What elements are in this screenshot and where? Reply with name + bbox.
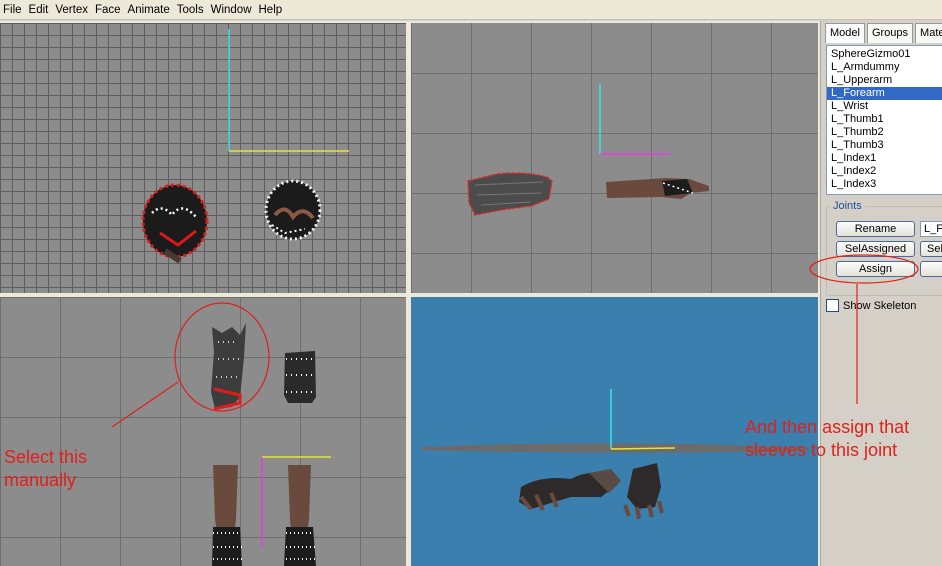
sleeve-mesh-selected <box>141 183 209 264</box>
joint-item-l-index2[interactable]: L_Index2 <box>827 165 942 178</box>
viewport-bottom-left[interactable] <box>0 297 406 566</box>
joint-item-l-wrist[interactable]: L_Wrist <box>827 100 942 113</box>
menu-face[interactable]: Face <box>92 0 125 20</box>
menu-edit[interactable]: Edit <box>26 0 53 20</box>
glove-mesh <box>264 179 322 241</box>
annotation-select-manually: Select this manually <box>4 447 88 490</box>
joint-item-l-forearm[interactable]: L_Forearm <box>827 87 942 100</box>
viewport-top-left[interactable] <box>0 23 406 293</box>
hand-perspective-right <box>623 463 664 520</box>
sleeve-top-mesh-selected <box>211 323 246 411</box>
joint-list[interactable]: SphereGizmo01 L_Armdummy L_Upperarm L_Fo… <box>826 45 942 195</box>
tab-groups[interactable]: Groups <box>866 23 914 43</box>
annotation-assign-note: And then assign that sleeves to this joi… <box>745 417 910 460</box>
viewport-bottom-left-scene <box>211 323 331 566</box>
menu-tools[interactable]: Tools <box>174 0 208 20</box>
arm-top-mesh-left <box>212 465 242 566</box>
joint-item-l-thumb2[interactable]: L_Thumb2 <box>827 126 942 139</box>
tab-materials[interactable]: Mate <box>915 23 942 43</box>
joint-item-l-thumb3[interactable]: L_Thumb3 <box>827 139 942 152</box>
joint-name-field[interactable]: L_F <box>920 221 942 237</box>
viewport-top-left-scene <box>141 29 349 264</box>
menu-window[interactable]: Window <box>208 0 256 20</box>
unassign-button[interactable] <box>920 261 942 277</box>
tab-model[interactable]: Model <box>825 23 865 43</box>
joint-item-l-upperarm[interactable]: L_Upperarm <box>827 74 942 87</box>
joint-item-l-index1[interactable]: L_Index1 <box>827 152 942 165</box>
viewport-top-right-scene <box>467 84 709 216</box>
side-panel: Model Groups Mate SphereGizmo01 L_Armdum… <box>820 21 942 566</box>
joint-item-l-thumb1[interactable]: L_Thumb1 <box>827 113 942 126</box>
show-skeleton-label: Show Skeleton <box>843 299 917 312</box>
sel-assigned-button[interactable]: SelAssigned <box>836 241 915 257</box>
menu-help[interactable]: Help <box>256 0 287 20</box>
rename-button[interactable]: Rename <box>836 221 915 237</box>
glove-top-mesh <box>284 351 316 403</box>
viewport-top-right[interactable] <box>411 23 818 293</box>
sleeve-side-mesh <box>467 172 553 216</box>
hand-perspective-left <box>519 469 621 511</box>
menu-file[interactable]: File <box>0 0 26 20</box>
joint-item-l-armdummy[interactable]: L_Armdummy <box>827 61 942 74</box>
show-skeleton-row[interactable]: Show Skeleton <box>826 299 916 312</box>
joint-item-spheregizmo01[interactable]: SphereGizmo01 <box>827 48 942 61</box>
panel-tabs: Model Groups Mate <box>825 23 942 43</box>
show-skeleton-checkbox[interactable] <box>826 299 839 312</box>
sel-unassigned-button[interactable]: Sel <box>920 241 942 257</box>
joints-group-label: Joints <box>830 200 865 212</box>
menu-bar: File Edit Vertex Face Animate Tools Wind… <box>0 0 942 20</box>
menu-animate[interactable]: Animate <box>125 0 174 20</box>
assign-button[interactable]: Assign <box>836 261 915 277</box>
menu-vertex[interactable]: Vertex <box>52 0 92 20</box>
arm-top-mesh-right <box>284 465 316 566</box>
viewport-area <box>0 21 820 566</box>
joint-item-l-index3[interactable]: L_Index3 <box>827 178 942 191</box>
arm-side-mesh <box>606 178 709 199</box>
